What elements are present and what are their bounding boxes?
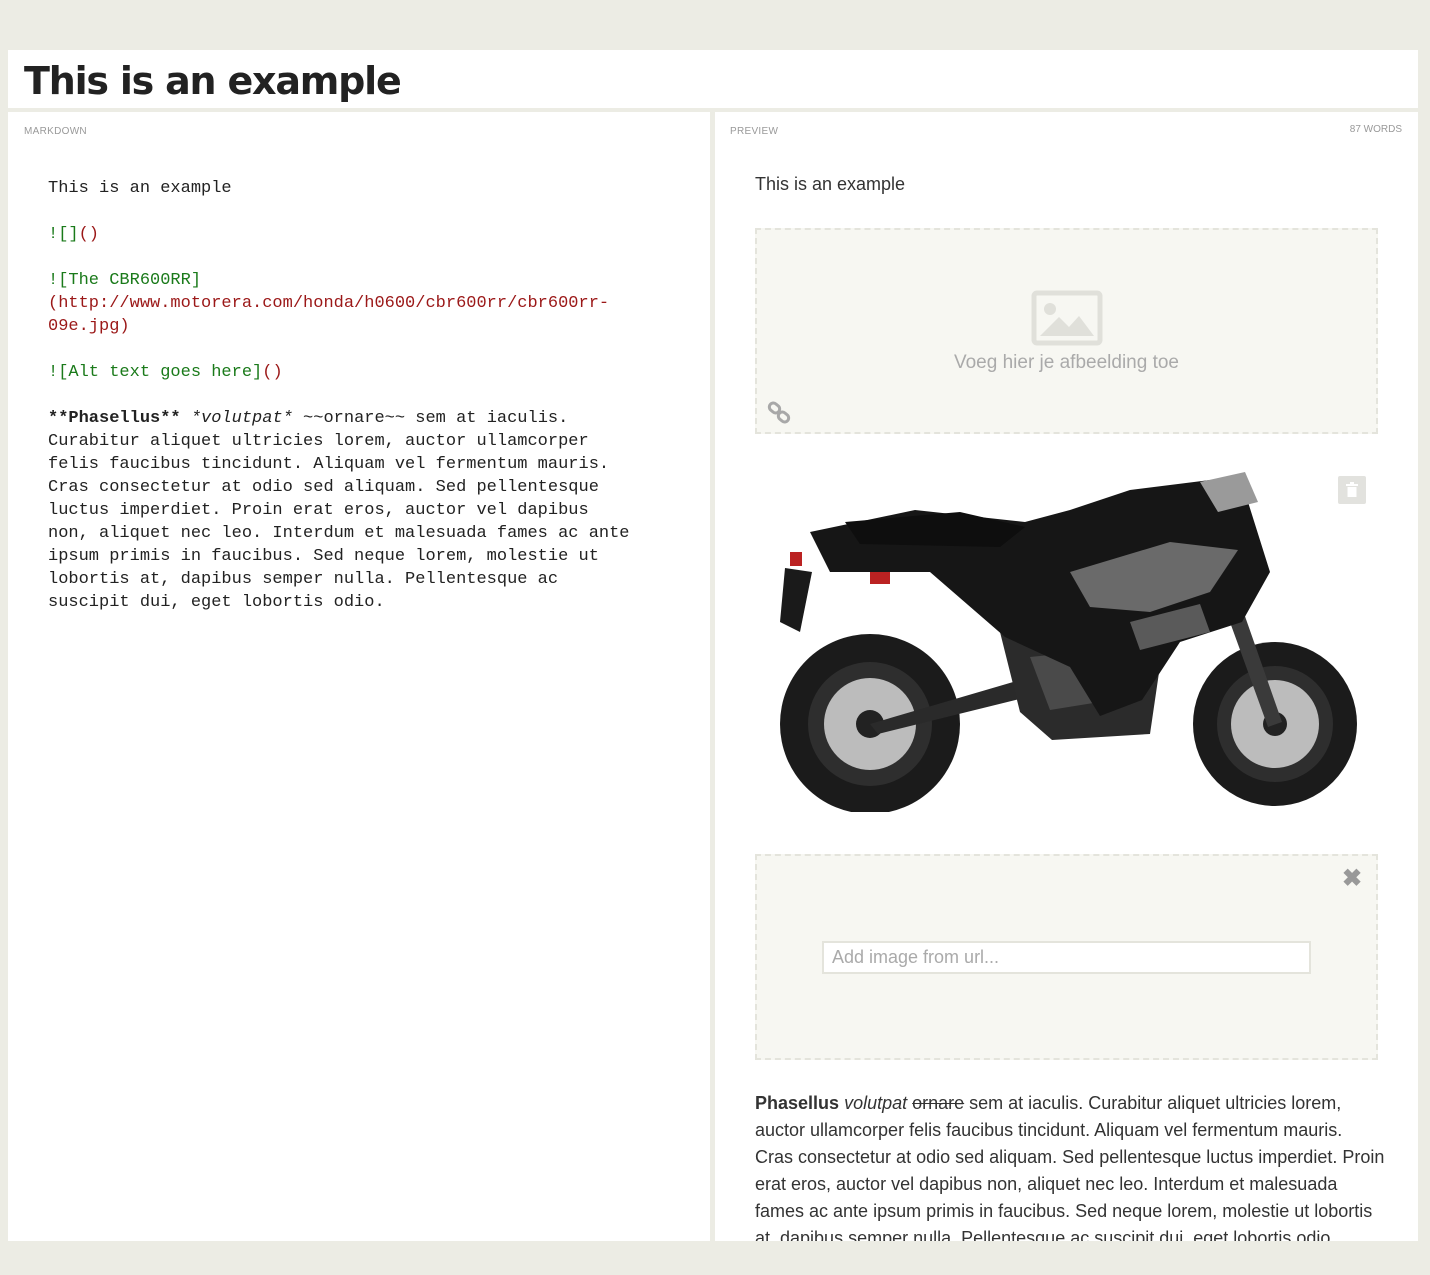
image-placeholder-icon — [1031, 290, 1103, 346]
md-image-mark: ![Alt text goes here] — [48, 363, 263, 382]
markdown-label: Markdown — [24, 126, 87, 137]
md-text: ~~ornare~~ sem at iaculis. — [292, 409, 569, 428]
md-image-url: () — [262, 363, 283, 382]
paragraph-text: sem at iaculis. Curabitur aliquet ultric… — [755, 1093, 1385, 1241]
md-image-mark: ![The CBR600RR] — [48, 271, 202, 290]
editor-line: Cras consectetur at odio sed aliquam. Se… — [48, 478, 599, 497]
editor-line: luctus imperdiet. Proin erat eros, aucto… — [48, 501, 589, 520]
md-image-url: () — [78, 225, 100, 244]
preview-title: This is an example — [755, 174, 906, 194]
trash-icon — [1346, 482, 1358, 497]
markdown-editor[interactable]: This is an example ![]() ![The CBR600RR]… — [48, 177, 688, 614]
markdown-pane: Markdown This is an example ![]() ![The … — [8, 112, 710, 1241]
editor-line: ![Alt text goes here]() — [48, 361, 688, 384]
delete-image-button[interactable] — [1338, 476, 1366, 504]
word-count: 87 words — [1349, 124, 1402, 135]
editor-line: ![]() — [48, 223, 688, 246]
md-italic-text: *volutpat* — [190, 409, 293, 428]
image-url-input[interactable] — [822, 941, 1311, 974]
motorcycle-image — [780, 472, 1357, 812]
md-bold-text: **Phasellus** — [48, 409, 181, 428]
italic-text: volutpat — [844, 1093, 908, 1113]
close-icon[interactable]: ✖ — [1341, 867, 1363, 891]
strikethrough-text: ornare — [912, 1093, 965, 1113]
md-image-url: (http://www.motorera.com/honda/h0600/cbr… — [48, 294, 610, 313]
editor-line: felis faucibus tincidunt. Aliquam vel fe… — [48, 455, 610, 474]
editor-line: lobortis at, dapibus semper nulla. Pelle… — [48, 570, 559, 589]
editor-line: **Phasellus** *volutpat* ~~ornare~~ sem … — [48, 407, 688, 430]
editor-line: Curabitur aliquet ultricies lorem, aucto… — [48, 432, 589, 451]
preview-label: Preview — [730, 126, 779, 137]
bold-text: Phasellus — [755, 1093, 840, 1113]
md-image-url: 09e.jpg) — [48, 317, 130, 336]
editor-line: This is an example — [48, 179, 232, 198]
editor-line: non, aliquet nec leo. Interdum et malesu… — [48, 524, 630, 543]
image-url-box: ✖ — [755, 854, 1378, 1060]
drop-zone-text: Voeg hier je afbeelding toe — [953, 352, 1179, 373]
title-bar: This is an example — [8, 50, 1418, 108]
editor-line: ![The CBR600RR] — [48, 269, 688, 292]
editor-line: ipsum primis in faucibus. Sed neque lore… — [48, 547, 599, 566]
md-image-mark: ![] — [48, 225, 79, 244]
preview-pane: Preview 87 words This is an example Voeg… — [715, 112, 1418, 1241]
link-icon[interactable] — [767, 400, 793, 426]
document-title[interactable]: This is an example — [24, 58, 402, 104]
preview-paragraph: Phasellus volutpat ornare sem at iaculis… — [755, 1090, 1385, 1241]
editor-line: suscipit dui, eget lobortis odio. — [48, 593, 385, 612]
image-drop-zone[interactable]: Voeg hier je afbeelding toe — [755, 228, 1378, 434]
